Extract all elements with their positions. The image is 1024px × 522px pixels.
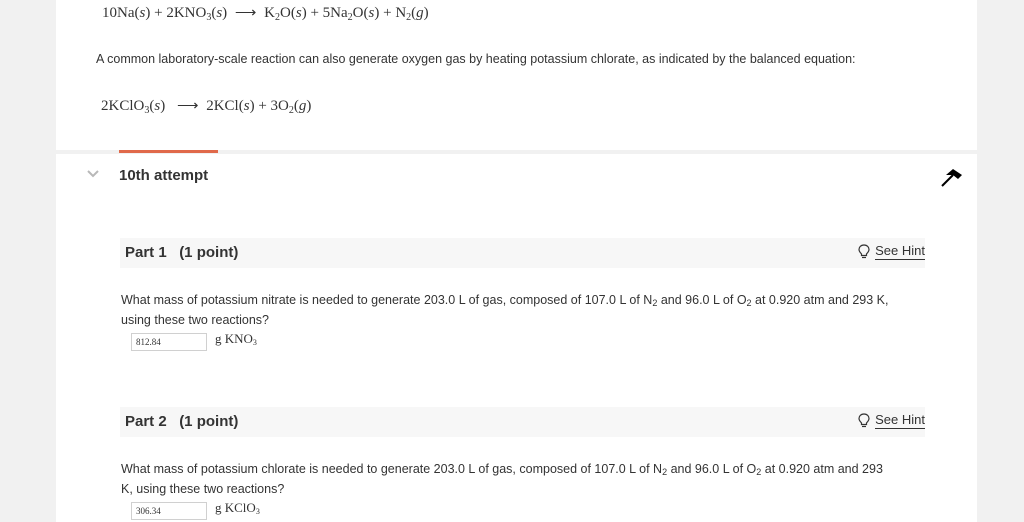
part-2-question: What mass of potassium chlorate is neede…	[121, 462, 883, 496]
equation-sodium-nitrate: 10Na(s) + 2KNO3(s) ⟶ K2O(s) + 5Na2O(s) +…	[102, 5, 429, 23]
chevron-down-icon[interactable]	[85, 168, 101, 180]
part-2-unit: g KClO3	[215, 500, 260, 516]
part-1-header: Part 1 (1 point) See Hint	[120, 238, 925, 268]
part-2-title: Part 2 (1 point)	[125, 413, 239, 430]
attempt-title[interactable]: 10th attempt	[119, 167, 208, 184]
lightbulb-icon	[858, 413, 870, 428]
part-1-unit: g KNO3	[215, 331, 257, 347]
attempt-panel: 10th attempt Part 1 (1 point) See Hint W…	[56, 150, 977, 522]
part-2-header: Part 2 (1 point) See Hint	[120, 407, 925, 437]
hint-label[interactable]: See Hint	[875, 412, 925, 429]
intro-text: A common laboratory-scale reaction can a…	[96, 52, 856, 66]
part-2-hint-link[interactable]: See Hint	[858, 412, 925, 429]
attempt-accent-bar	[119, 150, 218, 153]
reaction-arrow: ⟶	[176, 98, 199, 114]
part-1-hint-link[interactable]: See Hint	[858, 243, 925, 260]
collapse-arrow-icon[interactable]	[938, 166, 968, 190]
reaction-info-card: 10Na(s) + 2KNO3(s) ⟶ K2O(s) + 5Na2O(s) +…	[56, 0, 977, 150]
part-1-title: Part 1 (1 point)	[125, 244, 239, 261]
equation-potassium-chlorate: 2KClO3(s) ⟶ 2KCl(s) + 3O2(g)	[101, 98, 312, 116]
hint-label[interactable]: See Hint	[875, 243, 925, 260]
part-1-question: What mass of potassium nitrate is needed…	[121, 293, 889, 327]
lightbulb-icon	[858, 244, 870, 259]
part-1-answer-input[interactable]: 812.84	[131, 333, 207, 351]
reaction-arrow: ⟶	[234, 5, 257, 21]
part-2-answer-input[interactable]: 306.34	[131, 502, 207, 520]
